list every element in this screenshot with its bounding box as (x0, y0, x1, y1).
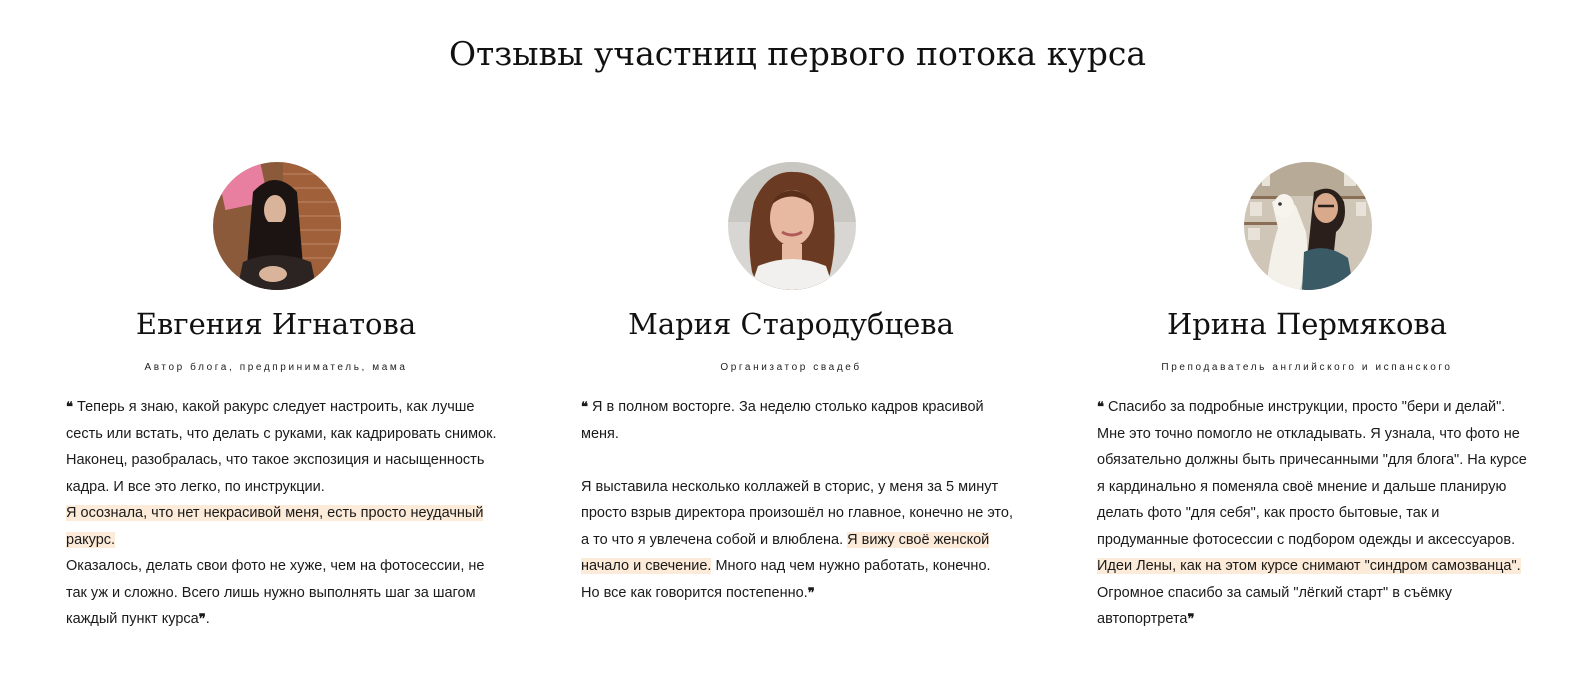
close-quote-icon: ❞ (807, 584, 815, 600)
open-quote-icon: ❝ (1097, 399, 1104, 414)
review-paragraph: Я осознала, что нет некрасивой меня, ест… (66, 500, 498, 553)
reviewer-name: Евгения Игнатова (135, 307, 417, 341)
avatar-irina (1244, 162, 1372, 290)
reviewer-role: Организатор свадеб (720, 362, 862, 373)
review-paragraph: ❝ Теперь я знаю, какой ракурс следует на… (66, 399, 497, 495)
close-quote-icon: ❞ (1187, 611, 1195, 626)
review-text: ❝ Теперь я знаю, какой ракурс следует на… (66, 394, 498, 633)
review-card-1: Евгения Игнатова Автор блога, предприним… (66, 162, 506, 633)
close-quote-icon: ❞ (198, 611, 206, 626)
open-quote-icon: ❝ (66, 399, 73, 414)
avatar-photo-icon (728, 162, 856, 290)
reviewer-name: Мария Стародубцева (628, 307, 954, 341)
open-quote-icon: ❝ (581, 399, 588, 414)
reviewer-role: Преподаватель английского и испанского (1161, 362, 1453, 373)
review-card-3: Ирина Пермякова Преподаватель английског… (1097, 162, 1537, 633)
avatar-evgenia (213, 162, 341, 290)
review-paragraph: Я выставила несколько коллажей в сторис,… (581, 478, 1013, 601)
reviewer-role: Автор блога, предприниматель, мама (144, 362, 408, 373)
review-card-2: Мария Стародубцева Организатор свадеб ❝ … (581, 162, 1021, 606)
review-paragraph: Оказалось, делать свои фото не хуже, чем… (66, 558, 485, 627)
review-text: ❝ Я в полном восторге. За неделю столько… (581, 394, 1013, 606)
review-paragraph: ❝ Я в полном восторге. За неделю столько… (581, 399, 984, 442)
highlighted-text: Идеи Лены, как на этом курсе снимают "си… (1097, 558, 1521, 574)
highlighted-text: Я осознала, что нет некрасивой меня, ест… (66, 505, 484, 548)
review-text: ❝ Спасибо за подробные инструкции, прост… (1097, 394, 1529, 633)
avatar-maria (728, 162, 856, 290)
reviewer-name: Ирина Пермякова (1166, 307, 1448, 341)
review-paragraph: ❝ Спасибо за подробные инструкции, прост… (1097, 399, 1527, 627)
avatar-photo-icon (1244, 162, 1372, 290)
avatar-photo-icon (213, 162, 341, 290)
section-title: Отзывы участниц первого потока курса (448, 34, 1147, 73)
